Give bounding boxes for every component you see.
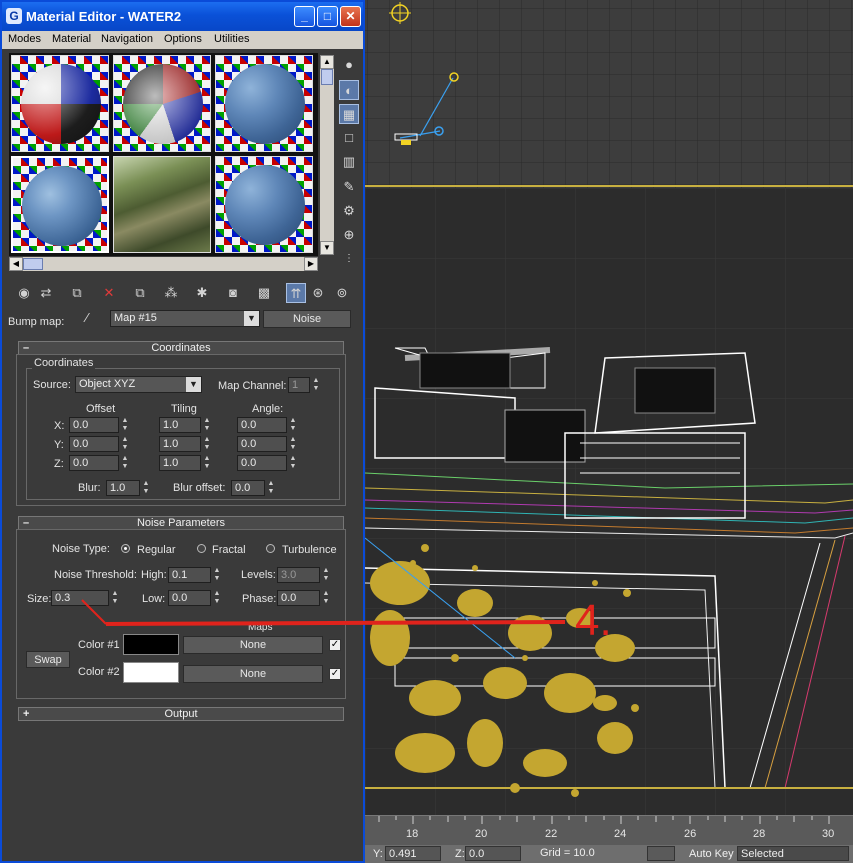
annotation-line <box>105 620 566 626</box>
annotation-step-label: 4. <box>575 596 612 645</box>
annotation-pointer <box>81 599 107 625</box>
annotation-overlay <box>81 599 566 626</box>
